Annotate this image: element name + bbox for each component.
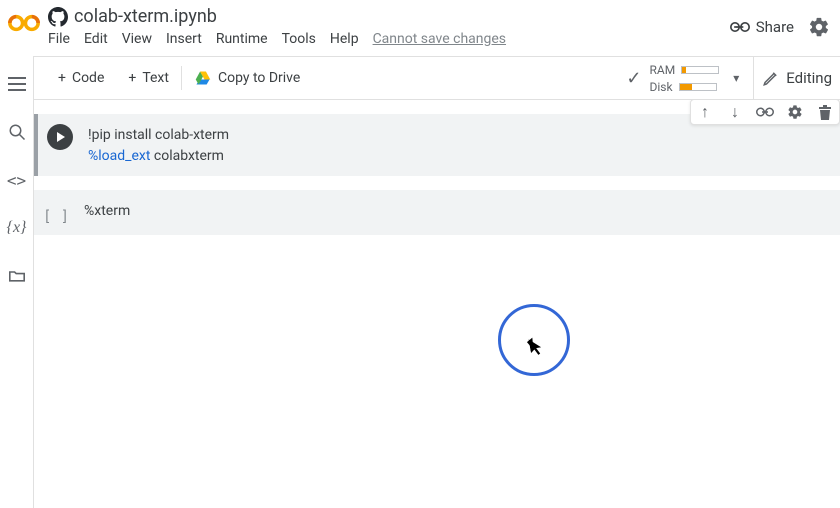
ram-label: RAM <box>650 63 676 77</box>
search-icon[interactable] <box>7 122 27 142</box>
variables-icon[interactable]: {x} <box>7 218 27 238</box>
cell-settings-icon[interactable] <box>785 102 805 122</box>
code-cell-1[interactable]: ↑ ↓ !pip install colab-xterm %load_ext c… <box>34 114 840 176</box>
code-line-1: %xterm <box>84 203 130 219</box>
cannot-save-label: Cannot save changes <box>373 31 506 47</box>
menu-tools[interactable]: Tools <box>282 31 316 47</box>
share-button[interactable]: Share <box>730 18 794 36</box>
menu-view[interactable]: View <box>122 31 152 47</box>
files-icon[interactable] <box>7 266 27 286</box>
move-up-icon[interactable]: ↑ <box>695 102 715 122</box>
header-bar: colab-xterm.ipynb File Edit View Insert … <box>0 0 840 56</box>
snippets-icon[interactable]: <> <box>7 170 27 190</box>
plus-icon: + <box>128 70 136 86</box>
title-area: colab-xterm.ipynb File Edit View Insert … <box>48 6 730 47</box>
menu-runtime[interactable]: Runtime <box>216 31 268 47</box>
mouse-cursor-icon <box>529 337 546 357</box>
execution-bracket: [ ] <box>43 200 68 231</box>
link-icon <box>730 20 750 34</box>
colab-logo-icon <box>7 12 41 34</box>
toolbar: + Code + Text Copy to Drive ✓ RAM Disk ▾… <box>0 56 840 100</box>
cell-link-icon[interactable] <box>755 102 775 122</box>
menu-bar: File Edit View Insert Runtime Tools Help… <box>48 29 730 47</box>
toc-icon[interactable] <box>7 74 27 94</box>
gear-icon <box>808 16 830 38</box>
runtime-status[interactable]: ✓ RAM Disk ▾ <box>618 57 754 99</box>
add-code-button[interactable]: + Code <box>46 57 116 99</box>
menu-file[interactable]: File <box>48 31 70 47</box>
notebook-area: ↑ ↓ !pip install colab-xterm %load_ext c… <box>34 100 840 508</box>
notebook-filename[interactable]: colab-xterm.ipynb <box>74 6 217 27</box>
menu-help[interactable]: Help <box>330 31 359 47</box>
chevron-down-icon[interactable]: ▾ <box>727 71 745 85</box>
cell-toolbar: ↑ ↓ <box>690 100 840 125</box>
magic-command: %load_ext <box>88 148 150 164</box>
settings-button[interactable] <box>808 16 830 38</box>
colab-logo <box>0 6 48 34</box>
code-cell-2[interactable]: [ ] %xterm <box>34 190 840 235</box>
code-editor[interactable]: %xterm <box>78 190 840 231</box>
add-text-button[interactable]: + Text <box>116 57 181 99</box>
share-label: Share <box>756 18 794 36</box>
run-cell-button[interactable] <box>47 124 73 150</box>
plus-icon: + <box>58 70 66 86</box>
editing-mode-button[interactable]: Editing <box>754 69 840 87</box>
menu-insert[interactable]: Insert <box>166 31 202 47</box>
copy-to-drive-button[interactable]: Copy to Drive <box>182 57 312 99</box>
github-icon <box>48 7 68 27</box>
menu-edit[interactable]: Edit <box>84 31 108 47</box>
left-rail: <> {x} <box>0 56 34 508</box>
add-text-label: Text <box>142 70 169 86</box>
add-code-label: Code <box>72 70 104 86</box>
code-line-2-rest: colabxterm <box>150 148 224 164</box>
editing-label: Editing <box>786 69 832 87</box>
code-line-1: !pip install colab-xterm <box>88 127 229 143</box>
disk-bar <box>679 83 717 91</box>
move-down-icon[interactable]: ↓ <box>725 102 745 122</box>
delete-icon[interactable] <box>815 102 835 122</box>
disk-label: Disk <box>650 80 673 94</box>
copy-to-drive-label: Copy to Drive <box>218 70 300 86</box>
drive-icon <box>194 70 212 86</box>
pencil-icon <box>762 69 780 87</box>
ram-bar <box>681 66 719 74</box>
check-icon: ✓ <box>626 68 641 89</box>
